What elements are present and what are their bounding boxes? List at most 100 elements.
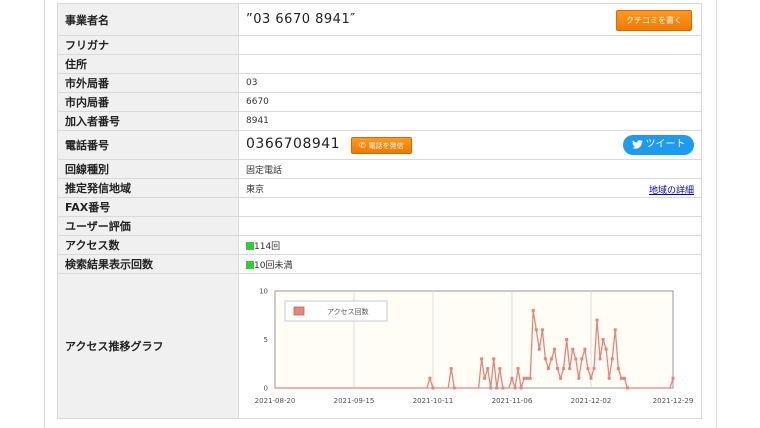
data-point (625, 386, 629, 390)
data-point (534, 328, 538, 332)
business-name-value: ”03 6670 8941″ (246, 12, 356, 27)
data-point (452, 386, 456, 390)
label-estimated-area: 推定発信地域 (57, 178, 239, 198)
access-graph-cell: 2021-08-20 2021-09-15 2021-10-11 2021-11-06… (238, 273, 702, 419)
data-point (519, 386, 523, 390)
data-point (571, 347, 575, 351)
data-point (562, 367, 566, 371)
data-point (568, 367, 572, 371)
data-point (501, 386, 505, 390)
row-search-result-count: 検索結果表示回数 10回未満 (57, 254, 702, 274)
call-button-label: 電話を発信 (368, 142, 404, 150)
value-local-code: 6670 (238, 92, 702, 112)
label-area-code: 市外局番 (57, 73, 239, 93)
label-line-type: 回線種別 (57, 159, 239, 179)
row-phone-number: 電話番号 0366708941 ✆ 電話を発信 ツイート (57, 130, 702, 160)
data-point (613, 328, 617, 332)
value-search-result-count-cell: 10回未満 (238, 254, 702, 274)
data-point (549, 357, 553, 361)
data-point (592, 367, 596, 371)
label-business-name: 事業者名 (57, 3, 239, 36)
row-user-rating: ユーザー評価 (57, 216, 702, 236)
access-chart: 2021-08-20 2021-09-15 2021-10-11 2021-11-06… (255, 288, 694, 406)
row-area-code: 市外局番 03 (57, 73, 702, 93)
value-estimated-area-cell: 東京 地域の詳細 (238, 178, 702, 198)
value-subscriber-number: 8941 (238, 111, 702, 131)
data-point (531, 308, 535, 312)
green-square-icon (246, 241, 254, 250)
y-tick-label: 10 (259, 288, 268, 296)
data-point (510, 376, 514, 380)
label-access-graph: アクセス推移グラフ (57, 273, 239, 419)
label-fax-number: FAX番号 (57, 197, 239, 217)
data-point (498, 367, 502, 371)
data-point (671, 376, 675, 380)
label-search-result-count: 検索結果表示回数 (57, 254, 239, 274)
y-tick-label: 5 (264, 336, 268, 344)
x-tick-label: 2021-09-15 (334, 397, 375, 405)
value-line-type: 固定電話 (238, 159, 702, 179)
row-local-code: 市内局番 6670 (57, 92, 702, 112)
phone-number-value: 0366708941 (246, 136, 341, 152)
data-point (483, 376, 487, 380)
data-point (583, 347, 587, 351)
data-point (553, 347, 557, 351)
tweet-button[interactable]: ツイート (623, 135, 694, 155)
data-point (449, 367, 453, 371)
write-review-button[interactable]: クチコミを書く (616, 10, 692, 31)
x-tick-label: 2021-10-11 (413, 397, 454, 405)
search-result-count-value: 10回未満 (254, 260, 293, 271)
label-address: 住所 (57, 54, 239, 74)
value-area-code: 03 (238, 73, 702, 93)
green-square-icon (246, 260, 254, 269)
data-point (604, 347, 608, 351)
data-point (601, 338, 605, 341)
twitter-bird-icon (631, 140, 643, 149)
data-point (525, 376, 529, 380)
data-point (516, 367, 520, 371)
data-point (619, 376, 623, 380)
data-point (489, 386, 493, 390)
data-point (495, 386, 499, 390)
x-tick-label: 2021-11-06 (492, 397, 533, 405)
value-furigana (238, 35, 702, 55)
row-estimated-area: 推定発信地域 東京 地域の詳細 (57, 178, 702, 198)
call-button[interactable]: ✆ 電話を発信 (350, 137, 412, 154)
data-point (577, 376, 581, 380)
data-point (428, 376, 432, 380)
data-point (607, 376, 611, 380)
value-user-rating (238, 216, 702, 236)
data-point (622, 376, 626, 380)
region-details-link[interactable]: 地域の詳細 (649, 183, 694, 196)
access-count-value: 114回 (254, 241, 281, 252)
value-phone-number-cell: 0366708941 ✆ 電話を発信 ツイート (238, 130, 702, 160)
estimated-area-value: 東京 (246, 184, 265, 195)
row-access-count: アクセス数 114回 (57, 235, 702, 255)
row-address: 住所 (57, 54, 702, 74)
label-local-code: 市内局番 (57, 92, 239, 112)
data-point (543, 357, 547, 361)
phone-icon: ✆ (358, 141, 366, 150)
data-point (586, 367, 590, 371)
data-point (559, 376, 563, 380)
label-subscriber-number: 加入者番号 (57, 111, 239, 131)
data-point (480, 357, 484, 361)
data-point (565, 338, 569, 341)
phone-info-table: 事業者名 ”03 6670 8941″ クチコミを書く フリガナ 住所 市外局番… (57, 3, 702, 419)
row-line-type: 回線種別 固定電話 (57, 159, 702, 179)
tweet-button-label: ツイート (645, 139, 686, 150)
row-business-name: 事業者名 ”03 6670 8941″ クチコミを書く (57, 3, 702, 36)
data-point (598, 357, 602, 361)
data-point (589, 376, 593, 380)
row-fax-number: FAX番号 (57, 197, 702, 217)
label-phone-number: 電話番号 (57, 130, 239, 160)
data-point (574, 357, 578, 361)
data-point (528, 376, 532, 380)
data-point (616, 367, 620, 371)
data-point (580, 357, 584, 361)
row-access-graph: アクセス推移グラフ 2021-08-20 2021-09-15 2021-10-11… (57, 273, 702, 419)
x-tick-label: 2021-12-02 (571, 397, 612, 405)
data-point (546, 367, 550, 371)
value-fax-number (238, 197, 702, 217)
page: 事業者名 ”03 6670 8941″ クチコミを書く フリガナ 住所 市外局番… (0, 0, 760, 428)
